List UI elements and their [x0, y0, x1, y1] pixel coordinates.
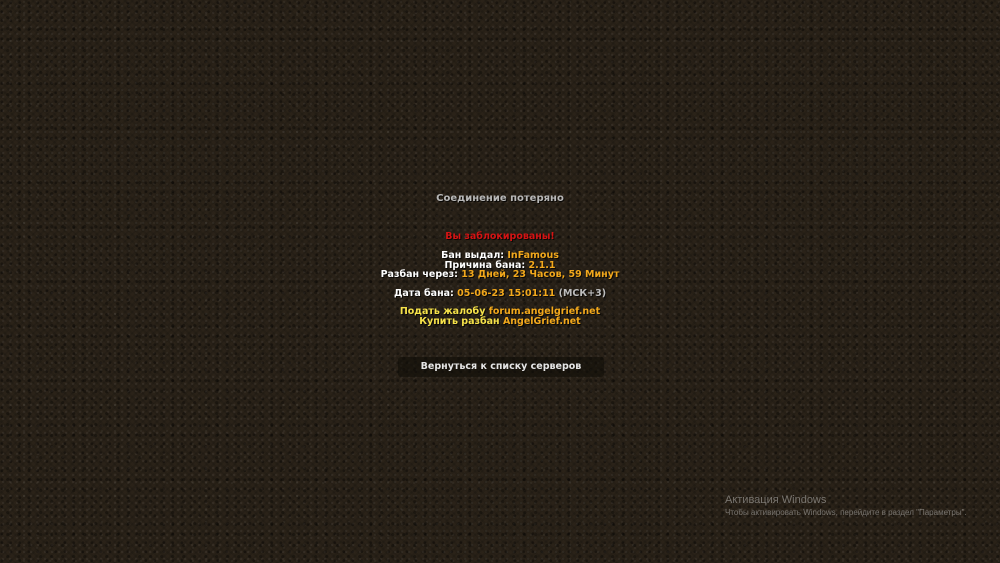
back-to-server-list-button[interactable]: Вернуться к списку серверов [398, 357, 604, 377]
windows-activation-watermark: Активация Windows Чтобы активировать Win… [725, 494, 967, 518]
screen-title: Соединение потеряно [436, 193, 564, 204]
ban-date-value: 05-06-23 15:01:11 [457, 288, 556, 299]
banned-message: Вы заблокированы! [445, 231, 555, 242]
windows-activation-title: Активация Windows [725, 494, 827, 506]
ban-date-line: Дата бана: 05-06-23 15:01:11 (МСК+3) [0, 289, 1000, 299]
buy-unban-line: Купить разбан AngelGrief.net [0, 317, 1000, 327]
ban-date-timezone: (МСК+3) [558, 288, 607, 299]
buy-unban-label: Купить разбан [419, 316, 500, 327]
buy-unban-link: AngelGrief.net [502, 316, 581, 327]
unban-time-label: Разбан через: [380, 269, 458, 280]
ban-date-label: Дата бана: [393, 288, 454, 299]
unban-time-line: Разбан через: 13 Дней, 23 Часов, 59 Мину… [0, 270, 1000, 280]
unban-time-value: 13 Дней, 23 Часов, 59 Минут [461, 269, 620, 280]
windows-activation-subtitle: Чтобы активировать Windows, перейдите в … [725, 508, 967, 517]
